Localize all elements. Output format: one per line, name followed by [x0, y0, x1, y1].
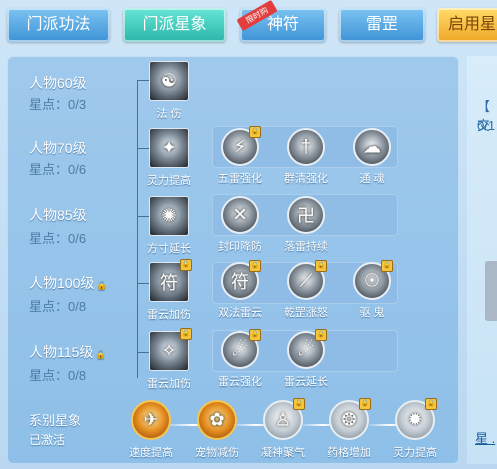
lock-badge-icon: 🔒 [180, 328, 192, 340]
skill-label: 灵力提高 [393, 447, 437, 459]
series-medicine-slot[interactable]: ❂ 🔒 药格增加 [314, 398, 384, 460]
pet-shield-icon: ✿ [197, 400, 237, 440]
skill-five-thunder-boost[interactable]: ⚡ 🔒 五雷强化 [205, 126, 275, 186]
series-spirit-boost[interactable]: ✹ 🔒 灵力提高 [380, 398, 450, 460]
tab-sect-stars[interactable]: 门派星象 [123, 8, 226, 42]
skill-label: 双法雷云 [218, 307, 262, 319]
skill-label: 群清强化 [284, 173, 328, 185]
skill-label: 方寸延长 [147, 243, 191, 255]
medicine-icon: ❂ 🔒 [329, 398, 371, 440]
series-stars-status: 已激活 [29, 433, 66, 447]
row-level-115: 人物115级 🔒 [29, 342, 107, 362]
skill-label: 驱 鬼 [359, 307, 385, 319]
skill-qiangang-rage[interactable]: ⟋ 🔒 乾罡涨怒 [271, 260, 341, 320]
row-level-115-label: 人物115级 [29, 344, 94, 360]
skill-thundercloud-damage-2[interactable]: ✧ 🔒 雷云加伤 [134, 328, 204, 391]
series-stars-title: 系别星象 [29, 413, 82, 428]
row-level-60-label: 人物60级 [29, 75, 87, 91]
talisman-icon: 符 🔒 [221, 260, 261, 300]
skill-exorcise[interactable]: ☉ 🔒 驱 鬼 [337, 260, 407, 320]
skill-thundercloud-extend[interactable]: ☄ 🔒 雷云延长 [271, 329, 341, 389]
skill-label: 凝神聚气 [261, 447, 305, 459]
skill-label: 雷云加伤 [147, 309, 191, 321]
skill-thundercloud-damage[interactable]: 符 🔒 雷云加伤 [134, 259, 204, 322]
skill-label: 药格增加 [327, 447, 371, 459]
scroll-handle[interactable] [485, 261, 497, 321]
spirit-orb-icon: ✹ 🔒 [395, 398, 437, 440]
skill-label: 雷云强化 [218, 376, 262, 388]
lock-badge-icon: 🔒 [249, 260, 261, 272]
skill-lightning-sustain[interactable]: 卍 落雷持续 [271, 196, 341, 254]
row-level-85-stars: 星点：0/6 [29, 231, 87, 246]
tab-enable-stars[interactable]: 启用星 [437, 8, 497, 42]
row-level-100-stars: 星点：0/8 [29, 299, 87, 314]
meditation-icon: ☯ [149, 61, 189, 101]
cloud-swirl-icon: ☄ 🔒 [221, 329, 261, 369]
skill-square-extend[interactable]: ✺ 方寸延长 [134, 196, 204, 256]
skill-label: 雷云延长 [284, 376, 328, 388]
figure-icon: ♙ 🔒 [263, 398, 305, 440]
lock-badge-icon: 🔒 [425, 398, 437, 410]
right-side-panel: 【 交 0/1 星 . [467, 56, 497, 464]
lock-badge-icon: 🔒 [249, 126, 261, 138]
tab-talisman-label: 神符 [266, 16, 299, 33]
skill-label: 宠物减伤 [195, 447, 239, 459]
speed-icon: ✈ [131, 400, 171, 440]
spirit-boost-icon: ✦ [149, 128, 189, 168]
skill-label: 封印降防 [218, 241, 262, 253]
row-level-70-stars: 星点：0/6 [29, 162, 87, 177]
lock-icon: 🔒 [96, 280, 108, 290]
skill-label: 雷云加伤 [147, 378, 191, 390]
skill-thundercloud-boost[interactable]: ☄ 🔒 雷云强化 [205, 329, 275, 389]
series-speed-boost[interactable]: ✈ 速度提高 [116, 400, 186, 460]
lightning-strike-icon: ✧ 🔒 [149, 328, 192, 371]
seal-icon: ✕ [221, 196, 259, 234]
skill-spirit-boost[interactable]: ✦ 灵力提高 [134, 128, 204, 188]
tab-thunder[interactable]: 雷罡 [339, 8, 425, 42]
series-focus-energy[interactable]: ♙ 🔒 凝神聚气 [248, 398, 318, 460]
skill-label: 落雷持续 [284, 241, 328, 253]
talisman-icon: 卍 [287, 196, 325, 234]
skill-dual-thundercloud[interactable]: 符 🔒 双法雷云 [205, 260, 275, 320]
skill-label: 法 伤 [156, 108, 182, 120]
row-level-70-label: 人物70级 [29, 140, 87, 156]
right-panel-count: 0/1 [477, 118, 496, 133]
tab-talisman[interactable]: 神符 限时购 [236, 0, 326, 42]
row-level-100: 人物100级 🔒 [29, 273, 108, 293]
row-level-100-label: 人物100级 [29, 275, 95, 291]
lock-icon: 🔒 [95, 349, 107, 359]
skill-label: 速度提高 [129, 447, 173, 459]
lock-badge-icon: 🔒 [293, 398, 305, 410]
skill-label: 五雷强化 [218, 173, 262, 185]
vortex-icon: ✺ [149, 196, 189, 236]
talisman-scroll-icon: 符 🔒 [149, 259, 192, 302]
sword-icon: † [287, 128, 325, 166]
lock-badge-icon: 🔒 [249, 329, 261, 341]
series-pet-damage-reduce[interactable]: ✿ 宠物减伤 [182, 400, 252, 460]
row-level-85-label: 人物85级 [29, 207, 87, 223]
skill-label: 乾罡涨怒 [284, 307, 328, 319]
skill-seal-defense-down[interactable]: ✕ 封印降防 [205, 196, 275, 254]
skill-soul-link[interactable]: ☁ 通 魂 [337, 128, 407, 186]
row-level-60-stars: 星点：0/3 [29, 97, 87, 112]
blade-icon: ⟋ 🔒 [287, 260, 327, 300]
ghost-icon: ☉ 🔒 [353, 260, 393, 300]
thunder-icon: ⚡ 🔒 [221, 126, 261, 166]
lock-badge-icon: 🔒 [315, 260, 327, 272]
skill-group-clear-boost[interactable]: † 群清强化 [271, 128, 341, 186]
right-panel-link[interactable]: 星 . [475, 428, 495, 447]
row-level-115-stars: 星点：0/8 [29, 368, 87, 383]
spirit-icon: ☁ [353, 128, 391, 166]
tab-sect-skills[interactable]: 门派功法 [7, 8, 110, 42]
lock-badge-icon: 🔒 [359, 398, 371, 410]
lock-badge-icon: 🔒 [180, 259, 192, 271]
lock-badge-icon: 🔒 [381, 260, 393, 272]
skill-magic-damage[interactable]: ☯ 法 伤 [134, 61, 204, 121]
skill-label: 通 魂 [359, 173, 385, 185]
cloud-swirl-icon: ☄ 🔒 [287, 329, 327, 369]
skill-label: 灵力提高 [147, 175, 191, 187]
lock-badge-icon: 🔒 [315, 329, 327, 341]
